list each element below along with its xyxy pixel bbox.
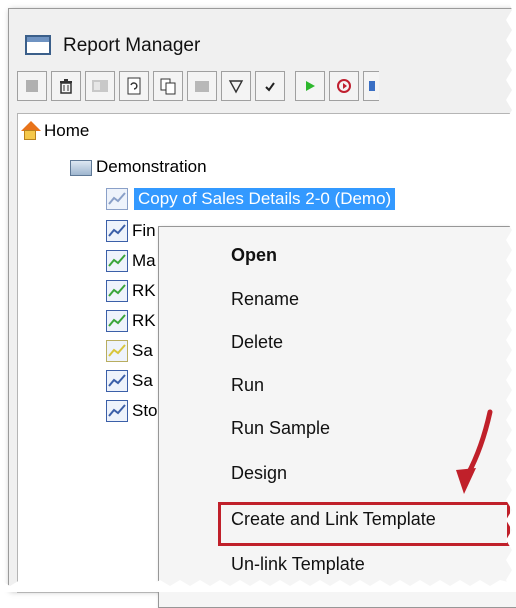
tree-item-report[interactable]: RK [106,278,156,304]
toolbar-overflow[interactable] [363,71,379,101]
torn-edge-right [506,0,516,592]
tree-item-label: Home [44,121,90,140]
callout-arrow-icon [456,409,493,494]
menu-item-rename[interactable]: Rename [159,279,516,319]
menu-item-run[interactable]: Run [159,365,516,405]
torn-edge-bottom [0,580,516,592]
paste-icon[interactable] [187,71,217,101]
home-icon [20,121,41,141]
delete-icon[interactable] [51,71,81,101]
menu-item-delete[interactable]: Delete [159,322,516,362]
tree-item-label: RK [132,281,156,300]
refresh-icon[interactable] [119,71,149,101]
tree-item-label: Fin [132,221,156,240]
tree-item-label: Sto [132,401,158,420]
run-icon[interactable] [295,71,325,101]
report-icon [106,280,128,302]
menu-item-open[interactable]: Open [159,235,516,275]
tree-item-report[interactable]: RK [106,308,156,334]
report-icon [106,400,128,422]
tree-item-label: Ma [132,251,156,270]
report-icon [106,188,128,210]
check-icon[interactable] [255,71,285,101]
tree-item-label: RK [132,311,156,330]
tree-item-selected-report[interactable]: Copy of Sales Details 2-0 (Demo) [106,186,396,212]
report-icon [106,220,128,242]
schedule-icon[interactable] [329,71,359,101]
properties-icon[interactable] [85,71,115,101]
filter-icon[interactable] [221,71,251,101]
toolbar [17,71,516,107]
report-icon [106,250,128,272]
tree-item-label: Sa [132,341,153,360]
window-icon [25,35,51,55]
callout-highlight-box [218,502,510,546]
tree-item-report[interactable]: Sto [106,398,158,424]
copy-icon[interactable] [153,71,183,101]
tree-item-report[interactable]: Sa [106,368,153,394]
title-bar: Report Manager [9,9,516,65]
tree-item-report[interactable]: Ma [106,248,156,274]
tree-item-demonstration[interactable]: Demonstration [70,154,207,180]
tree-item-report[interactable]: Sa [106,338,153,364]
tree-item-home[interactable]: Home [20,118,89,144]
window-title: Report Manager [63,35,201,56]
tree-item-label: Sa [132,371,153,390]
report-icon [106,340,128,362]
tree-item-report[interactable]: Fin [106,218,156,244]
folder-icon [70,160,92,176]
new-icon[interactable] [17,71,47,101]
tree-item-label: Demonstration [96,157,207,176]
report-icon [106,310,128,332]
tree-item-label: Copy of Sales Details 2-0 (Demo) [134,188,396,210]
report-icon [106,370,128,392]
